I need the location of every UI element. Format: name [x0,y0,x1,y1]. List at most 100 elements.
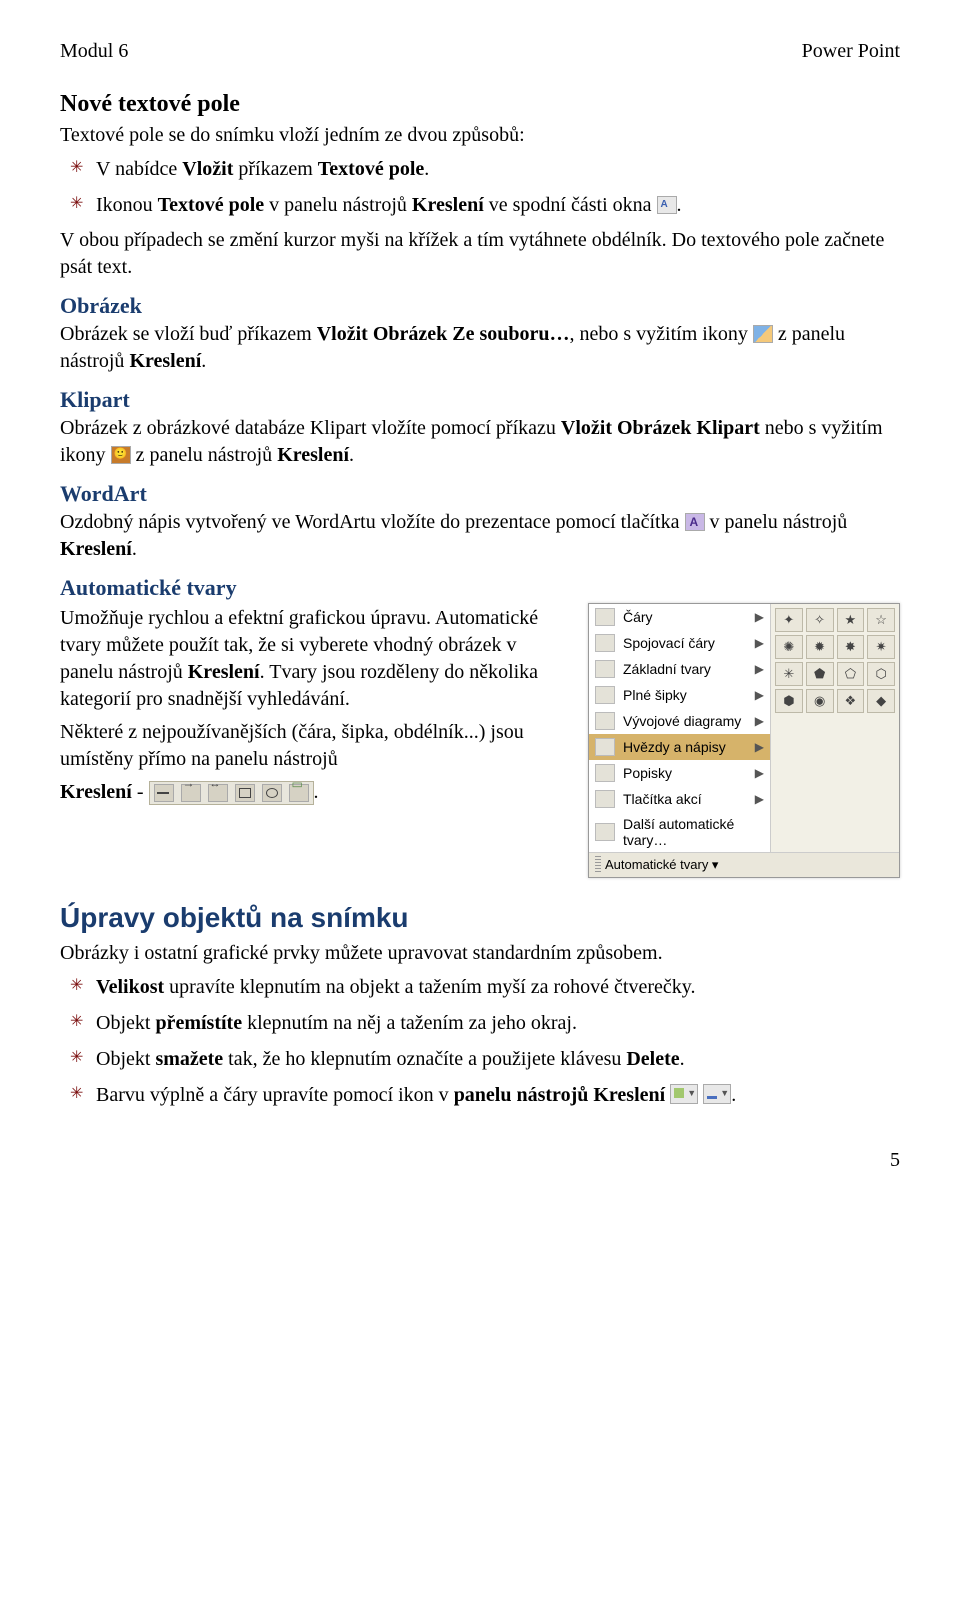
chevron-right-icon: ▶ [755,636,764,650]
shape-glyph-icon: ✹ [814,639,825,655]
menu-item[interactable]: Vývojové diagramy▶ [589,708,770,734]
palette-shape[interactable]: ⬟ [806,662,834,686]
palette-shape[interactable]: ⬢ [775,689,803,713]
palette-shape[interactable]: ◉ [806,689,834,713]
palette-shape[interactable]: ⬡ [867,662,895,686]
menu-item-icon [595,686,615,704]
connector-tool-icon[interactable] [208,784,228,802]
list-item: Objekt smažete tak, že ho klepnutím ozna… [60,1045,900,1073]
palette-shape[interactable]: ✷ [867,635,895,659]
palette-shape[interactable]: ✳ [775,662,803,686]
chevron-right-icon: ▶ [755,610,764,624]
shape-glyph-icon: ✳ [783,666,794,682]
menu-item-label: Hvězdy a nápisy [623,739,747,755]
paragraph: Kreslení - . [60,779,570,806]
heading-upravy-objektu: Úpravy objektů na snímku [60,902,900,934]
list-item: V nabídce Vložit příkazem Textové pole. [60,155,900,183]
menu-item[interactable]: Tlačítka akcí ▶ [589,786,770,812]
rectangle-tool-icon[interactable] [235,784,255,802]
heading-obrazek: Obrázek [60,293,900,319]
paragraph: Obrázek se vloží buď příkazem Vložit Obr… [60,321,900,375]
shape-glyph-icon: ⬟ [814,666,825,682]
fill-color-icon[interactable] [670,1084,698,1104]
palette-shape[interactable]: ★ [837,608,865,632]
shape-glyph-icon: ☆ [875,612,887,628]
menu-item-icon [595,660,615,678]
menu-item[interactable]: Základní tvary ▶ [589,656,770,682]
line-tool-icon[interactable] [154,784,174,802]
chevron-right-icon: ▶ [755,662,764,676]
heading-klipart: Klipart [60,387,900,413]
header-left: Modul 6 [60,40,128,63]
chevron-right-icon: ▶ [755,766,764,780]
menu-item-label: Popisky [623,765,747,781]
palette-shape[interactable]: ✧ [806,608,834,632]
cube-tool-icon[interactable] [289,784,309,802]
list-item: Ikonou Textové pole v panelu nástrojů Kr… [60,191,900,219]
autoshapes-menu-footer[interactable]: Automatické tvary ▾ [589,852,899,877]
menu-item-label: Spojovací čáry [623,635,747,651]
menu-item-icon [595,764,615,782]
shape-glyph-icon: ✦ [783,612,794,628]
autoshapes-menu-list: Čáry▶Spojovací čáry▶Základní tvary▶Plné … [589,604,771,852]
shape-glyph-icon: ◆ [876,693,886,709]
shape-glyph-icon: ⬢ [783,693,794,709]
paragraph: Některé z nejpoužívanějších (čára, šipka… [60,719,570,773]
paragraph: Umožňuje rychlou a efektní grafickou úpr… [60,605,570,713]
shape-glyph-icon: ✺ [783,639,794,655]
menu-item[interactable]: Spojovací čáry ▶ [589,630,770,656]
paragraph: Ozdobný nápis vytvořený ve WordArtu vlož… [60,509,900,563]
menu-item-icon [595,608,615,626]
menu-item-icon [595,823,615,841]
menu-item-label: Tlačítka akcí [623,791,747,807]
menu-item-icon [595,738,615,756]
oval-tool-icon[interactable] [262,784,282,802]
menu-item[interactable]: Čáry ▶ [589,604,770,630]
chevron-right-icon: ▶ [755,714,764,728]
menu-item[interactable]: Plné šipky ▶ [589,682,770,708]
palette-shape[interactable]: ⬠ [837,662,865,686]
menu-item-icon [595,790,615,808]
shape-glyph-icon: ⬠ [845,666,856,682]
line-color-icon[interactable] [703,1084,731,1104]
page-header: Modul 6 Power Point [60,40,900,63]
menu-item[interactable]: Hvězdy a nápisy ▶ [589,734,770,760]
autoshapes-menu: Čáry▶Spojovací čáry▶Základní tvary▶Plné … [588,603,900,878]
edit-objects-list: Velikost upravíte klepnutím na objekt a … [60,973,900,1109]
paragraph: V obou případech se změní kurzor myši na… [60,227,900,281]
menu-item-label: Čáry [623,609,747,625]
list-item: Barvu výplně a čáry upravíte pomocí ikon… [60,1081,900,1109]
heading-textove-pole: Nové textové pole [60,91,900,118]
shape-glyph-icon: ✸ [845,639,856,655]
grip-icon [595,856,601,874]
menu-item-label: Základní tvary [623,661,747,677]
menu-item-icon [595,712,615,730]
list-item: Objekt přemístíte klepnutím na něj a taž… [60,1009,900,1037]
heading-wordart: WordArt [60,481,900,507]
list-item: Velikost upravíte klepnutím na objekt a … [60,973,900,1001]
shape-glyph-icon: ✷ [876,639,887,655]
chevron-right-icon: ▶ [755,740,764,754]
shape-glyph-icon: ❖ [845,693,857,709]
palette-shape[interactable]: ✹ [806,635,834,659]
menu-item[interactable]: Popisky ▶ [589,760,770,786]
palette-shape[interactable]: ☆ [867,608,895,632]
palette-shape[interactable]: ✸ [837,635,865,659]
chevron-right-icon: ▶ [755,688,764,702]
palette-shape[interactable]: ✦ [775,608,803,632]
chevron-right-icon: ▶ [755,792,764,806]
palette-shape[interactable]: ❖ [837,689,865,713]
shape-glyph-icon: ✧ [814,612,825,628]
header-right: Power Point [802,40,900,63]
image-icon [753,325,773,343]
heading-automaticke-tvary: Automatické tvary [60,575,900,601]
arrow-tool-icon[interactable] [181,784,201,802]
palette-shape[interactable]: ◆ [867,689,895,713]
menu-item-icon [595,634,615,652]
menu-item[interactable]: Další automatické tvary… [589,812,770,852]
document-page: Modul 6 Power Point Nové textové pole Te… [0,0,960,1212]
menu-item-label: Plné šipky [623,687,747,703]
shape-glyph-icon: ⬡ [875,666,886,682]
menu-footer-label: Automatické tvary ▾ [605,857,718,873]
palette-shape[interactable]: ✺ [775,635,803,659]
